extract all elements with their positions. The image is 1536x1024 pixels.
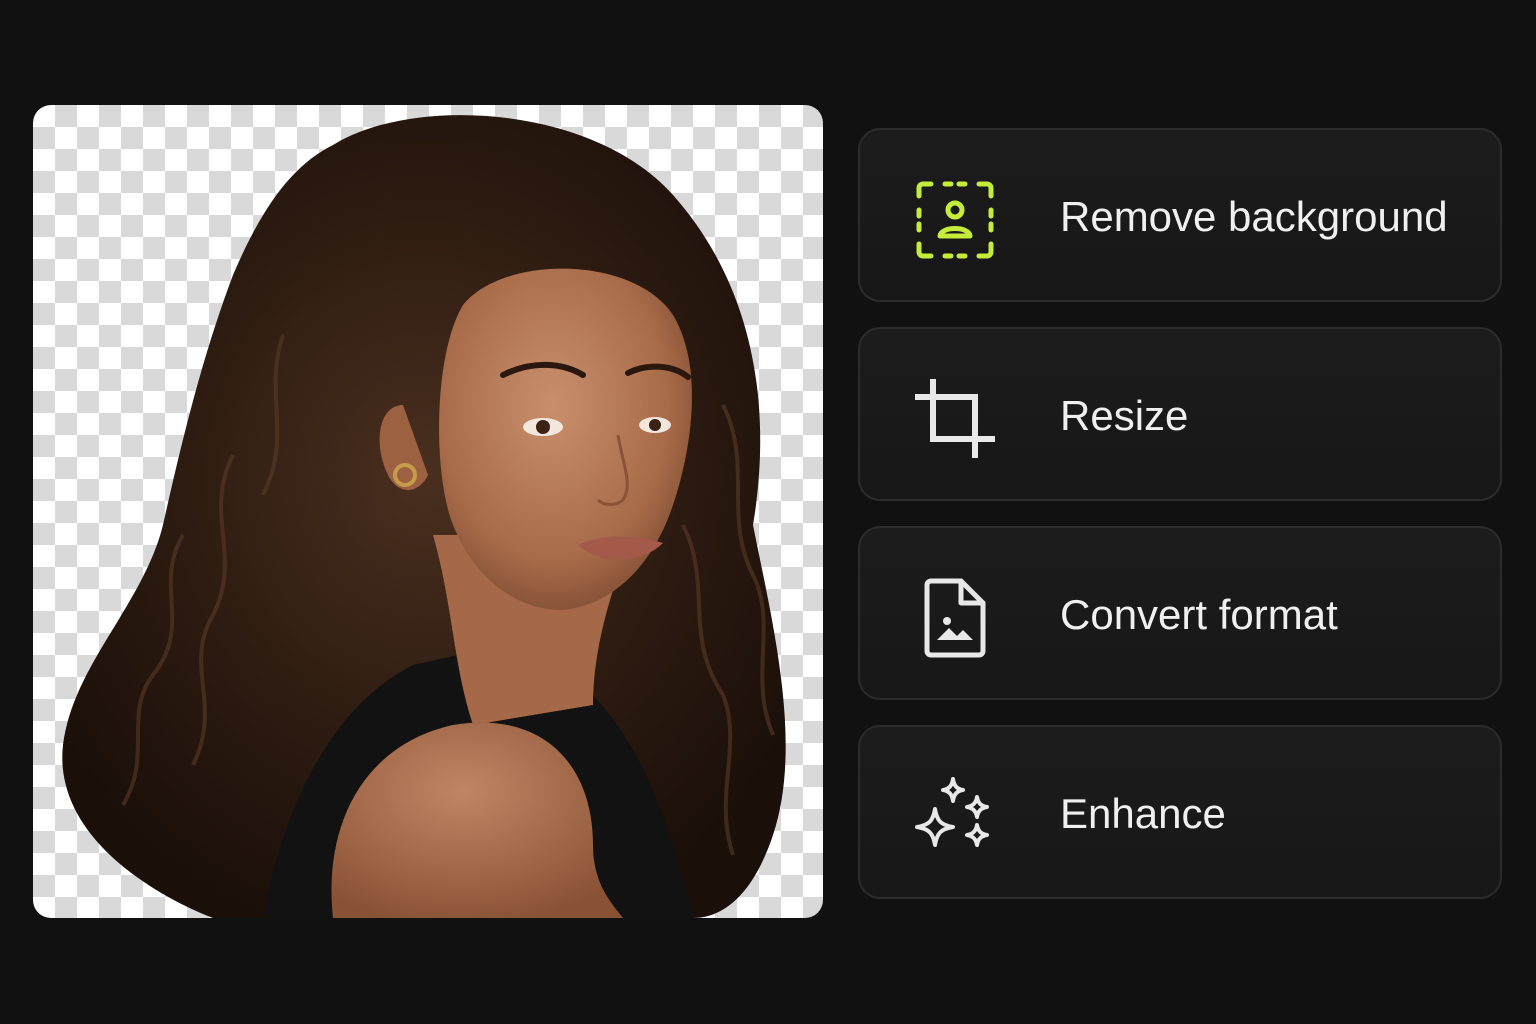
image-preview bbox=[33, 105, 823, 918]
enhance-label: Enhance bbox=[1060, 790, 1226, 837]
resize-button[interactable]: Resize bbox=[858, 327, 1502, 501]
convert-format-label: Convert format bbox=[1060, 591, 1338, 638]
sparkles-icon bbox=[915, 777, 989, 847]
image-file-icon bbox=[924, 578, 986, 658]
action-list: Remove background Resize Convert format bbox=[858, 128, 1502, 899]
remove-background-button[interactable]: Remove background bbox=[858, 128, 1502, 302]
enhance-button[interactable]: Enhance bbox=[858, 725, 1502, 899]
person-select-icon bbox=[916, 181, 994, 259]
crop-icon bbox=[915, 379, 995, 458]
resize-label: Resize bbox=[1060, 392, 1189, 439]
portrait-cutout bbox=[62, 115, 786, 918]
convert-format-button[interactable]: Convert format bbox=[858, 526, 1502, 700]
remove-background-label: Remove background bbox=[1060, 193, 1448, 240]
